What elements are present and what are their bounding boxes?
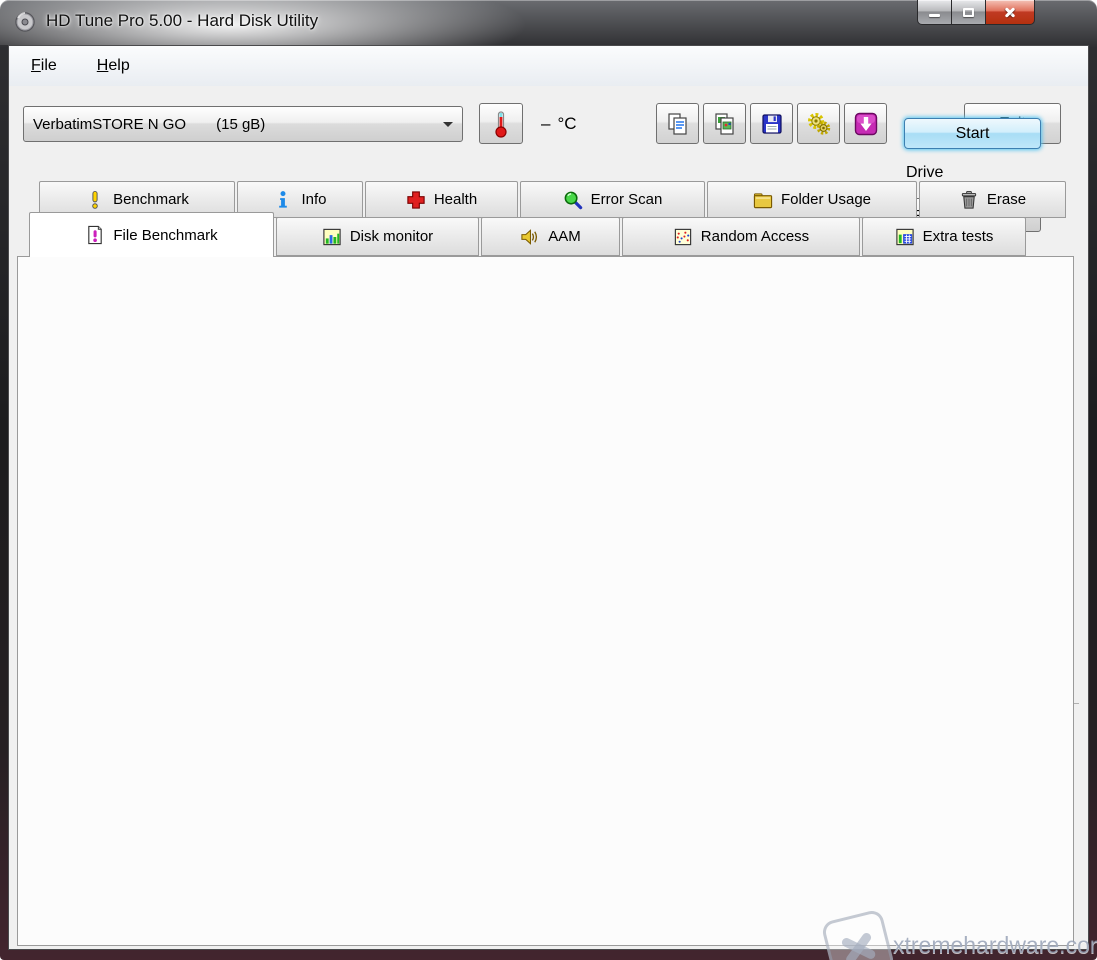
- save-icon: [760, 112, 784, 136]
- magnifier-icon: [563, 190, 583, 210]
- exclamation-icon: [85, 190, 105, 210]
- copy-image-button[interactable]: [703, 103, 746, 144]
- tab-error-scan[interactable]: Error Scan: [520, 181, 705, 218]
- tab-label: Health: [434, 191, 477, 208]
- minimize-button[interactable]: [917, 0, 952, 25]
- drive-size: (15 gB): [216, 116, 265, 133]
- temperature-readout: – °C: [541, 114, 577, 134]
- copy-text-button[interactable]: [656, 103, 699, 144]
- menu-file[interactable]: File: [31, 57, 57, 75]
- watermark: xtremehardware.com: [827, 908, 1097, 960]
- options-gears-icon: [806, 111, 832, 137]
- tab-label: Benchmark: [113, 191, 189, 208]
- tab-strip: Benchmark Info Health Error Scan: [9, 181, 1088, 256]
- tab-random-access[interactable]: Random Access: [622, 217, 860, 256]
- drive-label: Drive: [906, 164, 943, 182]
- minimize-icon: [929, 14, 940, 17]
- options-button[interactable]: [797, 103, 840, 144]
- tab-label: Disk monitor: [350, 228, 433, 245]
- screenshot: HD Tune Pro 5.00 - Hard Disk Utility Fil…: [0, 0, 1097, 960]
- health-cross-icon: [406, 190, 426, 210]
- app-window: HD Tune Pro 5.00 - Hard Disk Utility Fil…: [0, 0, 1097, 960]
- speaker-icon: [520, 227, 540, 247]
- bar-chart-icon: [322, 227, 342, 247]
- temperature-button[interactable]: [479, 103, 523, 144]
- maximize-icon: [963, 8, 974, 17]
- window-controls: [917, 0, 1035, 25]
- tab-label: Random Access: [701, 228, 809, 245]
- temperature-value: –: [541, 114, 550, 134]
- tab-label: Erase: [987, 191, 1026, 208]
- folder-icon: [753, 190, 773, 210]
- save-file-button[interactable]: [844, 103, 887, 144]
- window-title: HD Tune Pro 5.00 - Hard Disk Utility: [46, 11, 318, 31]
- save-screenshot-button[interactable]: [750, 103, 793, 144]
- temperature-unit: °C: [557, 114, 576, 134]
- maximize-button[interactable]: [952, 0, 986, 25]
- tab-label: File Benchmark: [113, 227, 217, 244]
- file-benchmark-panel: [17, 256, 1074, 946]
- tab-folder-usage[interactable]: Folder Usage: [707, 181, 917, 218]
- tab-erase[interactable]: Erase: [919, 181, 1066, 218]
- title-bar: HD Tune Pro 5.00 - Hard Disk Utility: [0, 0, 1097, 45]
- tab-row-2: File Benchmark Disk monitor AAM Random A…: [29, 217, 1088, 256]
- chevron-down-icon: [443, 122, 453, 127]
- tab-disk-monitor[interactable]: Disk monitor: [276, 217, 479, 256]
- tab-label: Error Scan: [591, 191, 663, 208]
- trash-icon: [959, 190, 979, 210]
- scatter-icon: [673, 227, 693, 247]
- close-button[interactable]: [986, 0, 1035, 25]
- tab-label: Extra tests: [923, 228, 994, 245]
- start-button[interactable]: Start: [904, 118, 1041, 149]
- drive-select-combo[interactable]: VerbatimSTORE N GO (15 gB): [23, 106, 463, 142]
- tab-aam[interactable]: AAM: [481, 217, 620, 256]
- copy-text-icon: [666, 112, 690, 136]
- app-icon: [14, 11, 36, 33]
- menu-bar: File Help: [9, 46, 1088, 86]
- tab-extra-tests[interactable]: Extra tests: [862, 217, 1026, 256]
- save-file-icon: [853, 111, 879, 137]
- thermometer-icon: [489, 110, 513, 138]
- tab-file-benchmark[interactable]: File Benchmark: [29, 212, 274, 257]
- tab-label: Folder Usage: [781, 191, 871, 208]
- tab-health[interactable]: Health: [365, 181, 518, 218]
- menu-help[interactable]: Help: [97, 57, 130, 75]
- close-icon: [1003, 5, 1017, 19]
- client-area: File Help VerbatimSTORE N GO (15 gB) –: [8, 45, 1089, 950]
- file-exclamation-icon: [85, 225, 105, 245]
- start-label: Start: [956, 125, 990, 143]
- tab-label: AAM: [548, 228, 581, 245]
- extra-tests-icon: [895, 227, 915, 247]
- tab-label: Info: [301, 191, 326, 208]
- watermark-logo-icon: [820, 908, 895, 960]
- watermark-text: xtremehardware.com: [893, 932, 1097, 959]
- info-icon: [273, 190, 293, 210]
- drive-name: VerbatimSTORE N GO: [33, 116, 186, 133]
- copy-image-icon: [713, 112, 737, 136]
